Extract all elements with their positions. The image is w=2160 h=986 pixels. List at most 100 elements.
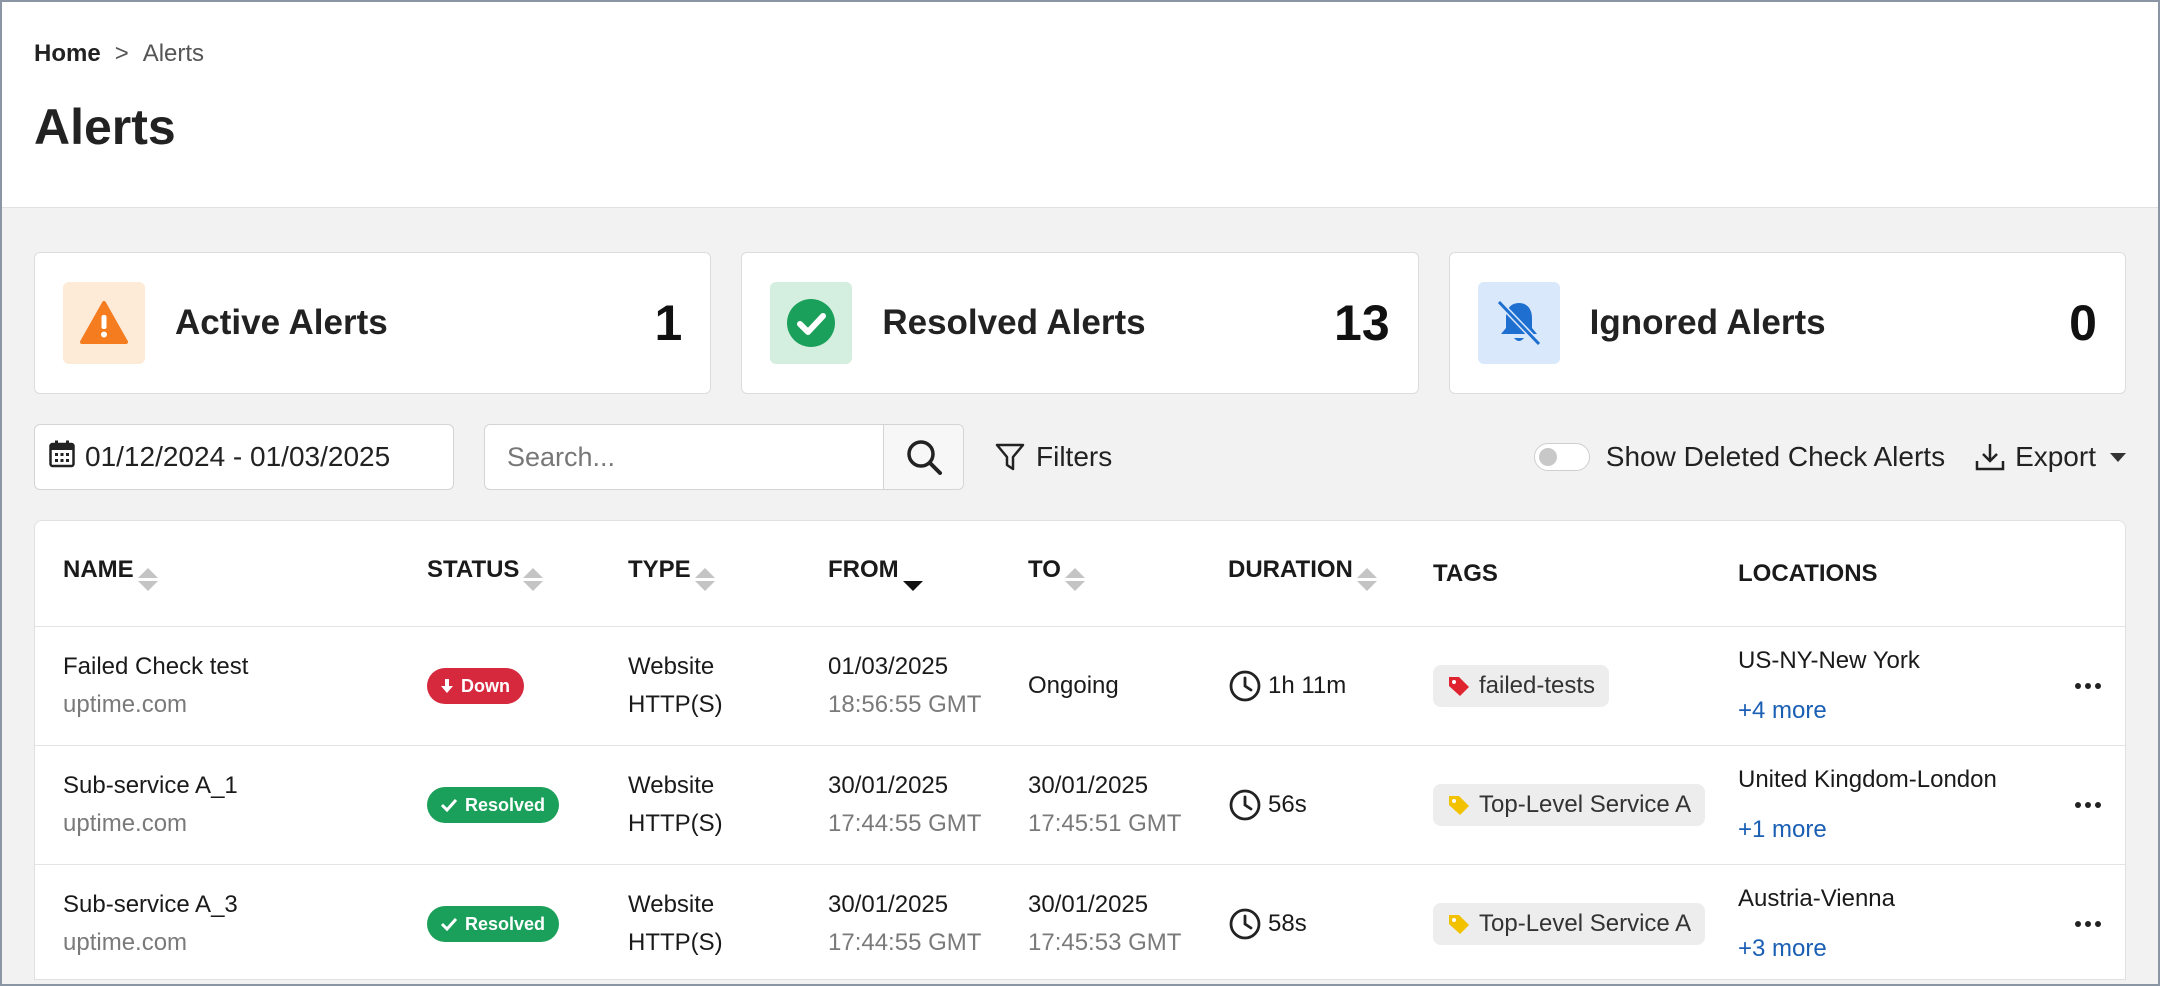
- tag-icon: [1449, 915, 1469, 934]
- type-cell: Website HTTP(S): [628, 772, 723, 837]
- active-alerts-card[interactable]: Active Alerts 1: [34, 252, 712, 394]
- tags-cell: Top-Level Service A: [1433, 784, 1738, 826]
- col-locations-header: LOCATIONS: [1738, 559, 1878, 587]
- status-badge: Down: [427, 668, 524, 704]
- toolbar: 01/12/2024 - 01/03/2025 Filters Show Del…: [2, 394, 2158, 490]
- check-circle-icon: [770, 282, 853, 364]
- breadcrumb-current: Alerts: [142, 40, 205, 67]
- search-input[interactable]: [485, 425, 883, 489]
- status-cell: Resolved: [427, 906, 628, 942]
- table-header: NAME STATUS TYPE FROM TO DURATION TAGS L…: [35, 521, 2125, 627]
- tag-chip[interactable]: Top-Level Service A: [1433, 784, 1706, 826]
- search-icon: [906, 440, 942, 475]
- ignored-alerts-label: Ignored Alerts: [1589, 303, 1826, 342]
- status-badge: Resolved: [427, 787, 560, 823]
- alert-name-cell: Failed Check test uptime.com: [63, 648, 427, 724]
- calendar-icon: [49, 440, 75, 475]
- table-row[interactable]: Sub-service A_3 uptime.com Resolved Webs…: [35, 865, 2125, 979]
- from-cell: 30/01/2025 17:44:55 GMT: [828, 772, 982, 837]
- bell-off-icon: [1477, 282, 1560, 364]
- col-tags-header: TAGS: [1433, 559, 1498, 587]
- alert-name[interactable]: Failed Check test: [63, 648, 427, 686]
- from-cell: 30/01/2025 17:44:55 GMT: [828, 891, 982, 956]
- col-from-header[interactable]: FROM: [828, 556, 1028, 591]
- active-alerts-count: 1: [654, 295, 683, 351]
- alert-domain: uptime.com: [63, 691, 188, 718]
- more-locations-link[interactable]: +3 more: [1738, 930, 2058, 968]
- more-horizontal-icon: [2075, 921, 2101, 927]
- chevron-down-icon: [2110, 452, 2126, 462]
- search-box: [484, 424, 964, 490]
- filter-icon: [995, 443, 1025, 471]
- status-cell: Resolved: [427, 787, 628, 823]
- alert-domain: uptime.com: [63, 810, 188, 837]
- show-deleted-toggle[interactable]: [1533, 443, 1590, 471]
- page-header: Home > Alerts Alerts: [2, 2, 2158, 208]
- more-horizontal-icon: [2075, 683, 2101, 689]
- tag-icon: [1449, 796, 1469, 815]
- to-cell: 30/01/2025 17:45:51 GMT: [1028, 772, 1182, 837]
- breadcrumb-separator: >: [114, 40, 129, 67]
- sort-icon: [137, 568, 158, 591]
- status-badge: Resolved: [427, 906, 560, 942]
- breadcrumb: Home > Alerts: [34, 40, 2126, 68]
- breadcrumb-home-link[interactable]: Home: [34, 40, 101, 68]
- sort-icon: [694, 568, 715, 591]
- duration-cell: 58s: [1228, 907, 1433, 941]
- clock-icon: [1229, 908, 1261, 940]
- sort-desc-icon: [902, 568, 923, 591]
- col-to-header[interactable]: TO: [1028, 556, 1228, 591]
- filters-button[interactable]: Filters: [994, 441, 1112, 473]
- locations-cell: US-NY-New York +4 more: [1738, 642, 2058, 730]
- duration-cell: 1h 11m: [1228, 669, 1433, 703]
- tags-cell: Top-Level Service A: [1433, 903, 1738, 945]
- summary-cards: Active Alerts 1 Resolved Alerts 13 Ignor…: [2, 208, 2158, 394]
- tag-icon: [1449, 677, 1469, 696]
- table-row[interactable]: Sub-service A_1 uptime.com Resolved Webs…: [35, 746, 2125, 865]
- sort-icon: [1356, 568, 1377, 591]
- duration-cell: 56s: [1228, 788, 1433, 822]
- filters-label: Filters: [1036, 441, 1113, 472]
- date-range-value: 01/12/2024 - 01/03/2025: [85, 441, 391, 472]
- table-row[interactable]: Failed Check test uptime.com Down Websit…: [35, 627, 2125, 746]
- locations-cell: Austria-Vienna +3 more: [1738, 880, 2058, 968]
- col-name-header[interactable]: NAME: [63, 556, 427, 591]
- col-status-header[interactable]: STATUS: [427, 556, 628, 591]
- page-title: Alerts: [34, 99, 176, 155]
- resolved-alerts-label: Resolved Alerts: [882, 303, 1146, 342]
- arrow-down-icon: [441, 679, 453, 693]
- check-icon: [441, 798, 457, 812]
- clock-icon: [1229, 789, 1261, 821]
- col-type-header[interactable]: TYPE: [628, 556, 828, 591]
- more-locations-link[interactable]: +1 more: [1738, 811, 2058, 849]
- tag-chip[interactable]: Top-Level Service A: [1433, 903, 1706, 945]
- active-alerts-label: Active Alerts: [175, 303, 388, 342]
- ignored-alerts-count: 0: [2069, 295, 2097, 351]
- alert-domain: uptime.com: [63, 929, 188, 956]
- resolved-alerts-card[interactable]: Resolved Alerts 13: [741, 252, 1419, 394]
- sort-icon: [1064, 568, 1085, 591]
- row-actions-button[interactable]: [2058, 683, 2118, 689]
- date-range-picker[interactable]: 01/12/2024 - 01/03/2025: [34, 424, 454, 490]
- search-button[interactable]: [883, 425, 963, 489]
- type-cell: Website HTTP(S): [628, 653, 723, 718]
- locations-cell: United Kingdom-London +1 more: [1738, 761, 2058, 849]
- status-cell: Down: [427, 668, 628, 704]
- export-label: Export: [2015, 441, 2096, 472]
- resolved-alerts-count: 13: [1334, 295, 1390, 351]
- warning-icon: [63, 282, 145, 364]
- tag-chip[interactable]: failed-tests: [1433, 665, 1610, 707]
- col-duration-header[interactable]: DURATION: [1228, 556, 1433, 591]
- download-icon: [1975, 444, 2005, 471]
- to-cell: Ongoing: [1028, 672, 1119, 699]
- sort-icon: [523, 568, 544, 591]
- alert-name-cell: Sub-service A_3 uptime.com: [63, 886, 427, 962]
- alert-name[interactable]: Sub-service A_3: [63, 886, 427, 924]
- more-locations-link[interactable]: +4 more: [1738, 692, 2058, 730]
- row-actions-button[interactable]: [2058, 802, 2118, 808]
- export-dropdown[interactable]: Export: [1975, 441, 2126, 473]
- alert-name[interactable]: Sub-service A_1: [63, 767, 427, 805]
- row-actions-button[interactable]: [2058, 921, 2118, 927]
- from-cell: 01/03/2025 18:56:55 GMT: [828, 653, 982, 718]
- ignored-alerts-card[interactable]: Ignored Alerts 0: [1448, 252, 2126, 394]
